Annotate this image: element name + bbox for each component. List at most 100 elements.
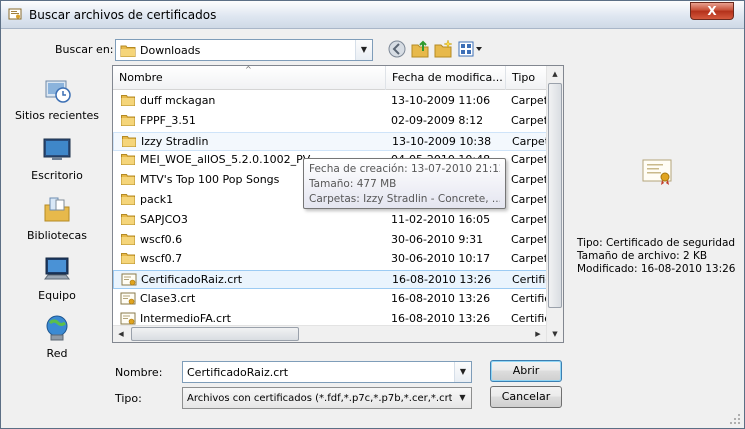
file-row[interactable]: SAPJCO3 11-02-2010 16:05 Carpet: [113, 211, 547, 230]
file-type: Carpet: [511, 173, 547, 187]
chevron-down-icon[interactable]: ▼: [454, 362, 471, 382]
file-name: duff mckagan: [140, 94, 216, 107]
place-network[interactable]: Red: [9, 313, 105, 360]
file-type: Carpet: [511, 193, 547, 206]
back-icon[interactable]: [387, 39, 407, 59]
certificate-icon: [120, 292, 136, 309]
file-row[interactable]: duff mckagan 13-10-2009 11:06 Carpet: [113, 92, 547, 111]
place-label: Escritorio: [31, 169, 83, 182]
place-label: Sitios recientes: [14, 109, 100, 122]
file-date: 16-08-2010 13:26: [392, 273, 492, 287]
file-date: 11-02-2010 16:05: [391, 212, 491, 226]
file-name: wscf0.7: [140, 252, 183, 266]
file-date: 13-10-2009 10:38: [392, 134, 492, 148]
place-desktop[interactable]: Escritorio: [9, 135, 105, 182]
column-header-date[interactable]: Fecha de modifica...: [386, 66, 506, 90]
folder-icon: [121, 233, 135, 248]
app-icon: [8, 8, 22, 20]
place-computer[interactable]: Equipo: [9, 255, 105, 302]
folder-icon: [120, 45, 136, 57]
file-row[interactable]: Izzy Stradlin 13-10-2009 10:38 Carpet: [113, 131, 548, 151]
file-row[interactable]: Clase3.crt 16-08-2010 13:26 Certific: [113, 290, 547, 309]
folder-tooltip: Fecha de creación: 13-07-2010 21:12 Tama…: [303, 158, 506, 209]
folder-icon: [121, 193, 135, 208]
folder-icon: [121, 252, 135, 267]
close-button[interactable]: X: [690, 2, 734, 20]
recent-places-icon: [45, 80, 71, 103]
window-title: Buscar archivos de certificados: [29, 8, 217, 22]
file-row[interactable]: wscf0.6 30-06-2010 9:31 Carpet: [113, 231, 547, 250]
scroll-right-icon[interactable]: ▶: [530, 326, 546, 342]
cancel-button[interactable]: Cancelar: [490, 386, 562, 408]
file-type: Certific: [511, 292, 547, 305]
lookin-label: Buscar en:: [55, 43, 114, 56]
file-name: SAPJCO3: [140, 212, 188, 226]
filetype-select[interactable]: Archivos con certificados (*.fdf,*.p7c,*…: [182, 387, 472, 409]
view-menu-icon[interactable]: [457, 39, 483, 59]
place-label: Red: [46, 347, 68, 360]
file-name: FPPF_3.51: [140, 113, 196, 127]
file-date: 02-09-2009 8:12: [391, 113, 484, 127]
sort-arrow-icon: ^: [245, 65, 252, 74]
file-date: 13-10-2009 11:06: [391, 94, 491, 107]
scroll-down-icon[interactable]: ▼: [547, 326, 563, 342]
open-button[interactable]: Abrir: [490, 360, 562, 382]
horizontal-scrollbar[interactable]: ◀ ▶: [113, 325, 546, 342]
file-type: Certific: [511, 311, 547, 325]
filetype-label: Tipo:: [115, 392, 142, 405]
file-dialog-window: Buscar archivos de certificados X Buscar…: [0, 0, 745, 429]
file-date: 30-06-2010 9:31: [391, 232, 484, 246]
chevron-down-icon[interactable]: ▼: [355, 40, 372, 60]
lookin-combo[interactable]: Downloads ▼: [115, 39, 373, 61]
file-type: Carpet: [512, 134, 548, 148]
preview-modified: Modificado: 16-08-2010 13:26: [577, 263, 736, 275]
folder-icon: [121, 94, 135, 109]
preview-size: Tamaño de archivo: 2 KB: [577, 250, 708, 262]
tooltip-size: Tamaño: 477 MB: [309, 178, 397, 190]
file-row[interactable]: FPPF_3.51 02-09-2009 8:12 Carpet: [113, 112, 547, 131]
horizontal-scroll-thumb[interactable]: [131, 327, 299, 341]
preview-pane: Tipo: Certificado de seguridad Tamaño de…: [569, 65, 741, 343]
filetype-value: Archivos con certificados (*.fdf,*.p7c,*…: [187, 393, 452, 404]
up-folder-icon[interactable]: [410, 39, 430, 59]
network-icon: [46, 315, 68, 341]
file-name: wscf0.6: [140, 232, 183, 246]
column-header-type[interactable]: Tipo: [506, 66, 546, 90]
resize-grip-icon[interactable]: [729, 413, 741, 425]
file-row[interactable]: wscf0.7 30-06-2010 10:17 Carpet: [113, 250, 547, 269]
tooltip-created: Fecha de creación: 13-07-2010 21:12: [309, 163, 500, 175]
file-date: 16-08-2010 13:26: [391, 311, 491, 325]
file-row[interactable]: CertificadoRaiz.crt 16-08-2010 13:26 Certi…: [113, 270, 548, 290]
chevron-down-icon[interactable]: ▼: [454, 388, 471, 408]
preview-type: Tipo: Certificado de seguridad: [577, 237, 736, 249]
file-name: Clase3.crt: [140, 292, 196, 305]
folder-icon: [121, 173, 135, 188]
libraries-icon: [44, 197, 70, 222]
file-type: Carpet: [511, 94, 547, 107]
lookin-value: Downloads: [140, 44, 201, 57]
certificate-icon: [121, 273, 137, 290]
folder-icon: [121, 153, 135, 168]
file-type: Carpet: [511, 153, 547, 167]
file-type: Carpet: [511, 113, 547, 127]
file-type: Carpet: [511, 252, 547, 266]
scroll-left-icon[interactable]: ◀: [113, 326, 129, 342]
scroll-up-icon[interactable]: ▲: [547, 66, 563, 82]
tooltip-folders: Carpetas: Izzy Stradlin - Concrete, ...: [309, 193, 500, 205]
title-bar[interactable]: Buscar archivos de certificados X: [1, 1, 744, 29]
place-recent[interactable]: Sitios recientes: [9, 75, 105, 122]
computer-icon: [44, 257, 70, 280]
folder-icon: [121, 213, 135, 228]
certificate-icon: [642, 159, 672, 185]
place-libraries[interactable]: Bibliotecas: [9, 195, 105, 242]
vertical-scrollbar[interactable]: ▲ ▼: [546, 66, 563, 342]
vertical-scroll-thumb[interactable]: [548, 83, 562, 308]
folder-icon: [122, 135, 136, 150]
new-folder-icon[interactable]: [433, 39, 453, 59]
file-name: IntermedioFA.crt: [140, 311, 231, 325]
places-bar: Sitios recientes Escritorio Bibliotecas: [9, 67, 105, 360]
list-header: Nombre ^ Fecha de modifica... Tipo: [113, 66, 563, 90]
file-type: Certific: [512, 273, 548, 287]
filename-value: CertificadoRaiz.crt: [187, 366, 289, 379]
filename-combo[interactable]: CertificadoRaiz.crt ▼: [182, 361, 472, 383]
